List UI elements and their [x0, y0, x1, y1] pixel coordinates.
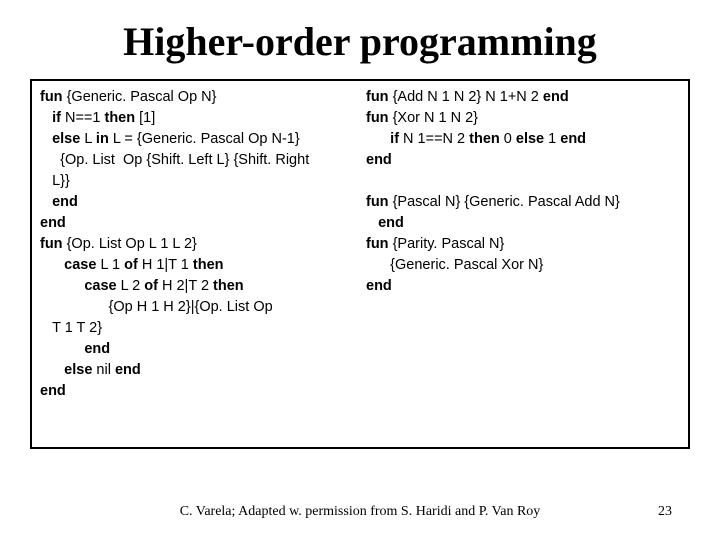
code-text: H 1|T 1: [138, 257, 193, 273]
kw-fun: fun: [40, 236, 63, 252]
kw-end: end: [40, 341, 110, 357]
kw-else: else: [516, 131, 544, 147]
code-text: T 1 T 2}: [40, 320, 102, 336]
kw-case: case: [40, 278, 117, 294]
code-text: L}}: [40, 173, 70, 189]
code-text: {Op H 1 H 2}|{Op. List Op: [40, 299, 273, 315]
kw-then: then: [213, 278, 244, 294]
kw-then: then: [104, 110, 135, 126]
kw-end: end: [366, 278, 392, 294]
kw-else: else: [40, 131, 80, 147]
footer-attribution: C. Varela; Adapted w. permission from S.…: [0, 504, 720, 520]
code-text: nil: [92, 362, 115, 378]
kw-end: end: [40, 383, 66, 399]
kw-else: else: [40, 362, 92, 378]
slide: Higher-order programming fun {Generic. P…: [0, 0, 720, 540]
code-text: L: [80, 131, 96, 147]
kw-then: then: [193, 257, 224, 273]
kw-case: case: [40, 257, 96, 273]
kw-if: if: [366, 131, 399, 147]
code-box: fun {Generic. Pascal Op N} if N==1 then …: [30, 79, 690, 449]
kw-end: end: [366, 152, 392, 168]
kw-end: end: [40, 194, 78, 210]
kw-end: end: [560, 131, 586, 147]
code-text: L 1: [96, 257, 124, 273]
code-text: {Add N 1 N 2} N 1+N 2: [389, 89, 543, 105]
code-text: {Xor N 1 N 2}: [389, 110, 478, 126]
code-column-right: fun {Add N 1 N 2} N 1+N 2 end fun {Xor N…: [360, 87, 680, 441]
page-number: 23: [658, 504, 672, 520]
kw-in: in: [96, 131, 109, 147]
code-text: N 1==N 2: [399, 131, 469, 147]
code-text: L = {Generic. Pascal Op N-1}: [109, 131, 300, 147]
slide-title: Higher-order programming: [30, 18, 690, 65]
code-text: 0: [500, 131, 516, 147]
kw-of: of: [144, 278, 158, 294]
code-column-left: fun {Generic. Pascal Op N} if N==1 then …: [40, 87, 360, 441]
code-text: {Pascal N} {Generic. Pascal Add N}: [389, 194, 620, 210]
kw-fun: fun: [40, 89, 63, 105]
kw-if: if: [40, 110, 61, 126]
code-text: {Generic. Pascal Xor N}: [366, 257, 543, 273]
kw-fun: fun: [366, 236, 389, 252]
code-text: H 2|T 2: [158, 278, 213, 294]
kw-end: end: [543, 89, 569, 105]
kw-end: end: [115, 362, 141, 378]
code-text: N==1: [61, 110, 105, 126]
code-text: {Op. List Op {Shift. Left L} {Shift. Rig…: [40, 152, 309, 168]
code-text: {Op. List Op L 1 L 2}: [63, 236, 197, 252]
kw-fun: fun: [366, 194, 389, 210]
code-text: 1: [544, 131, 560, 147]
code-text: L 2: [117, 278, 145, 294]
kw-end: end: [366, 215, 404, 231]
kw-fun: fun: [366, 110, 389, 126]
code-text: {Parity. Pascal N}: [389, 236, 505, 252]
kw-fun: fun: [366, 89, 389, 105]
kw-of: of: [124, 257, 138, 273]
code-text: [1]: [135, 110, 155, 126]
kw-then: then: [469, 131, 500, 147]
kw-end: end: [40, 215, 66, 231]
code-text: {Generic. Pascal Op N}: [63, 89, 217, 105]
